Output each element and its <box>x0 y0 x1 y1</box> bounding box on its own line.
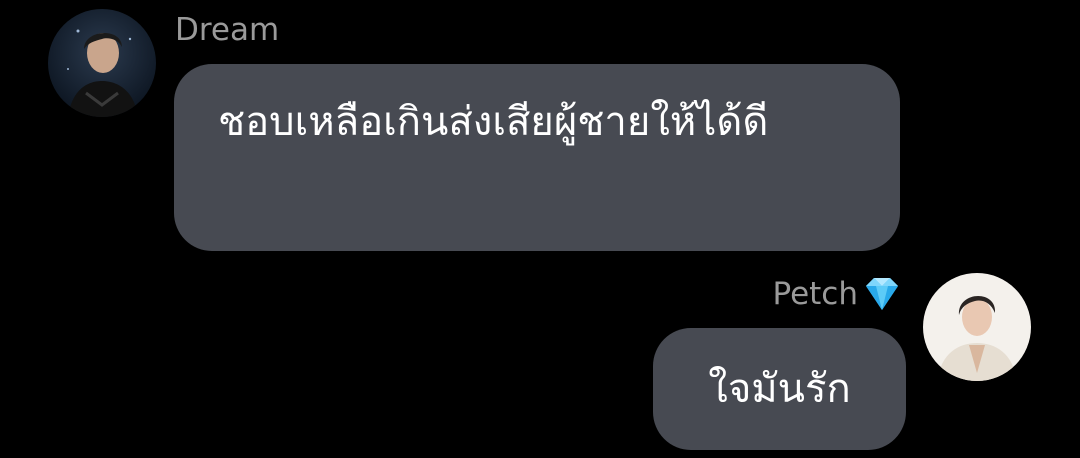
avatar-dream[interactable] <box>48 9 156 117</box>
avatar-petch[interactable] <box>923 273 1031 381</box>
message-bubble-dream[interactable]: ชอบเหลือเกินส่งเสียผู้ชายให้ได้ดี <box>174 64 900 251</box>
sender-name-petch-row: Petch <box>772 274 904 314</box>
profile-photo-dream <box>48 9 156 117</box>
message-text-dream: ชอบเหลือเกินส่งเสียผู้ชายให้ได้ดี <box>218 99 769 145</box>
message-text-petch: ใจมันรัก <box>708 366 851 412</box>
gem-icon <box>860 274 904 314</box>
profile-photo-petch <box>923 273 1031 381</box>
sender-name-petch: Petch <box>772 276 858 312</box>
sender-name-dream: Dream <box>175 12 280 48</box>
message-bubble-petch[interactable]: ใจมันรัก <box>653 328 906 450</box>
